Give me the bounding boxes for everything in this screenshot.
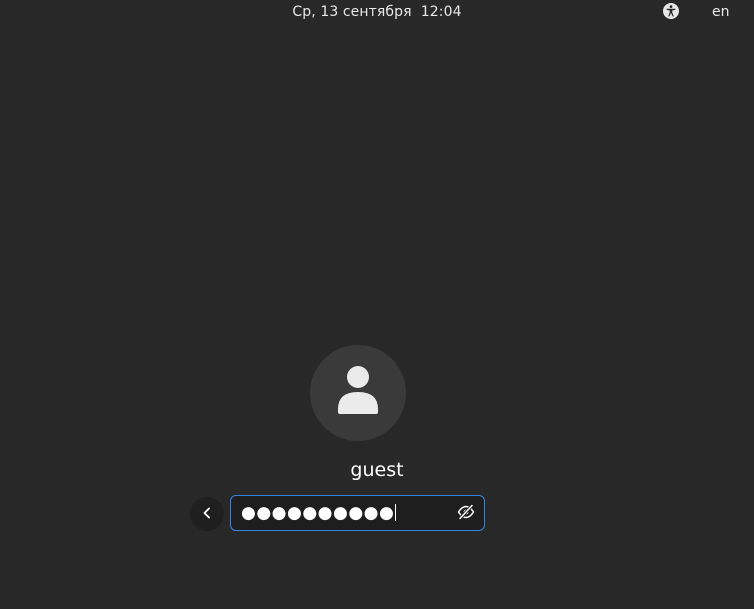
top-bar: Ср, 13 сентября 12:04 en	[0, 0, 754, 26]
username-label: guest	[350, 459, 404, 481]
accessibility-menu-button[interactable]	[660, 3, 682, 23]
password-input[interactable]: ●●●●●●●●●●	[230, 495, 485, 531]
text-caret	[395, 504, 397, 521]
back-button[interactable]	[190, 497, 224, 531]
user-icon	[336, 365, 380, 421]
keyboard-layout-indicator[interactable]: en	[712, 4, 730, 20]
date-time-clock[interactable]: Ср, 13 сентября 12:04	[0, 4, 754, 20]
chevron-left-icon	[200, 505, 214, 524]
user-avatar	[310, 345, 406, 441]
eye-crossed-icon	[457, 503, 475, 525]
password-value: ●●●●●●●●●●	[241, 503, 395, 523]
show-password-button[interactable]	[456, 504, 476, 524]
accessibility-icon	[662, 2, 680, 24]
